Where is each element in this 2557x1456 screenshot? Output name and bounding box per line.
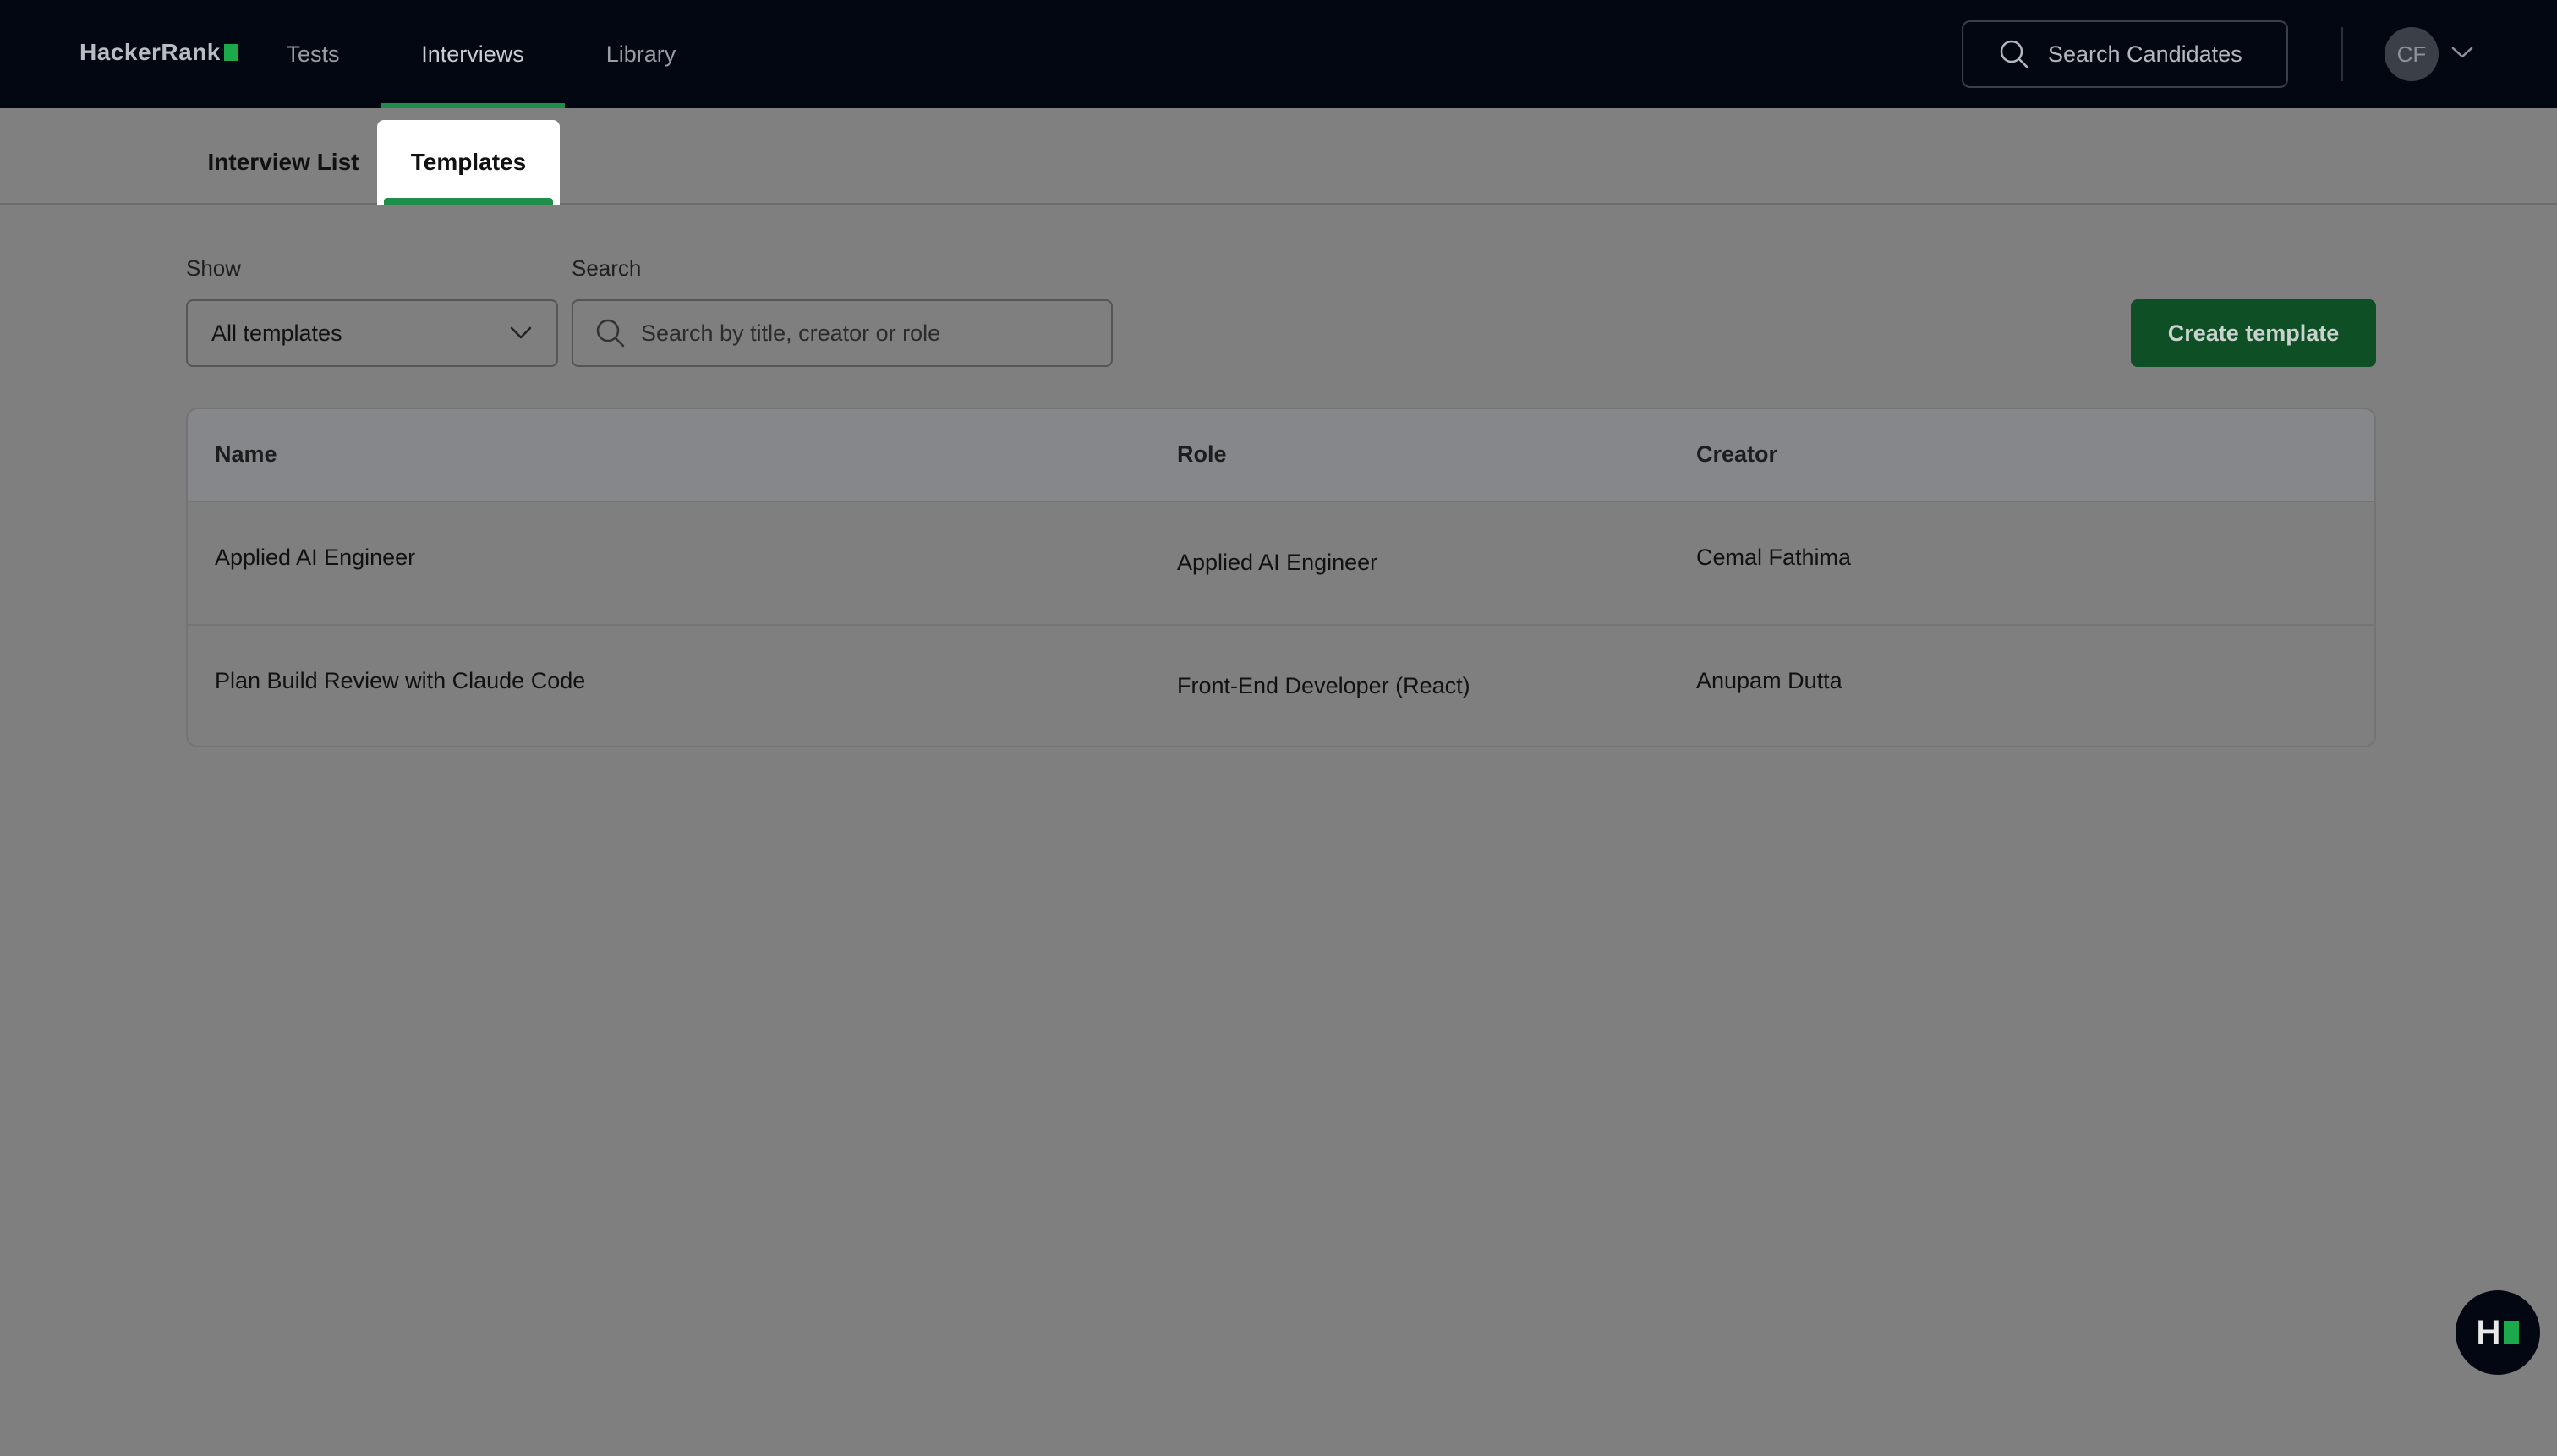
sub-navigation: Interview List Templates — [0, 108, 2557, 205]
tab-templates-label: Templates — [410, 149, 527, 175]
column-header-creator[interactable]: Creator — [1696, 441, 1777, 468]
chevron-down-icon — [510, 326, 532, 339]
search-icon — [2000, 40, 2029, 68]
hackerrank-logo[interactable]: HackerRank — [79, 39, 238, 66]
row-role: Applied AI Engineer — [1177, 550, 1378, 575]
nav-interviews-label: Interviews — [421, 41, 524, 67]
tab-interview-list[interactable]: Interview List — [200, 120, 367, 205]
nav-library-label: Library — [605, 41, 676, 67]
avatar[interactable]: CF — [2385, 27, 2439, 81]
top-navigation-bar: HackerRank Tests Interviews Library Sear… — [0, 0, 2557, 108]
table-header: Name Role Creator — [188, 409, 2374, 502]
logo-text: HackerRank — [79, 39, 221, 65]
logo-mark-icon — [223, 44, 238, 61]
table-row[interactable]: Applied AI Engineer Applied AI Engineer … — [188, 502, 2374, 626]
search-icon — [596, 319, 625, 348]
column-header-role[interactable]: Role — [1177, 441, 1227, 468]
header-divider — [2341, 27, 2343, 81]
create-template-button[interactable]: Create template — [2131, 299, 2376, 367]
row-role: Front-End Developer (React) — [1177, 673, 1470, 698]
show-filter-label: Show — [186, 255, 242, 281]
search-candidates-label: Search Candidates — [2048, 41, 2242, 67]
nav-interviews[interactable]: Interviews — [381, 0, 565, 108]
search-candidates-button[interactable]: Search Candidates — [1962, 20, 2288, 88]
table-row[interactable]: Plan Build Review with Claude Code Front… — [188, 626, 2374, 746]
help-fab-label: H — [2476, 1313, 2501, 1351]
row-name[interactable]: Applied AI Engineer — [215, 545, 415, 571]
template-search-field[interactable] — [572, 299, 1113, 367]
show-templates-select[interactable]: All templates — [186, 299, 558, 367]
templates-table: Name Role Creator Applied AI Engineer Ap… — [186, 408, 2376, 747]
nav-tests-label: Tests — [286, 41, 340, 67]
row-name[interactable]: Plan Build Review with Claude Code — [215, 668, 585, 694]
column-header-name[interactable]: Name — [215, 441, 277, 468]
row-creator: Cemal Fathima — [1696, 545, 1852, 570]
row-creator: Anupam Dutta — [1696, 668, 1842, 693]
avatar-initials: CF — [2396, 41, 2427, 67]
nav-tests[interactable]: Tests — [276, 0, 350, 108]
tab-templates[interactable]: Templates — [377, 120, 560, 205]
template-search-input[interactable] — [641, 320, 1081, 347]
show-select-value: All templates — [211, 320, 342, 346]
search-filter-label: Search — [572, 255, 642, 281]
help-chat-button[interactable]: H — [2456, 1290, 2540, 1375]
hackerrank-mark-icon — [2504, 1321, 2520, 1344]
tab-interview-list-label: Interview List — [207, 149, 359, 175]
nav-library[interactable]: Library — [595, 0, 687, 108]
chevron-down-icon[interactable] — [2450, 44, 2474, 61]
